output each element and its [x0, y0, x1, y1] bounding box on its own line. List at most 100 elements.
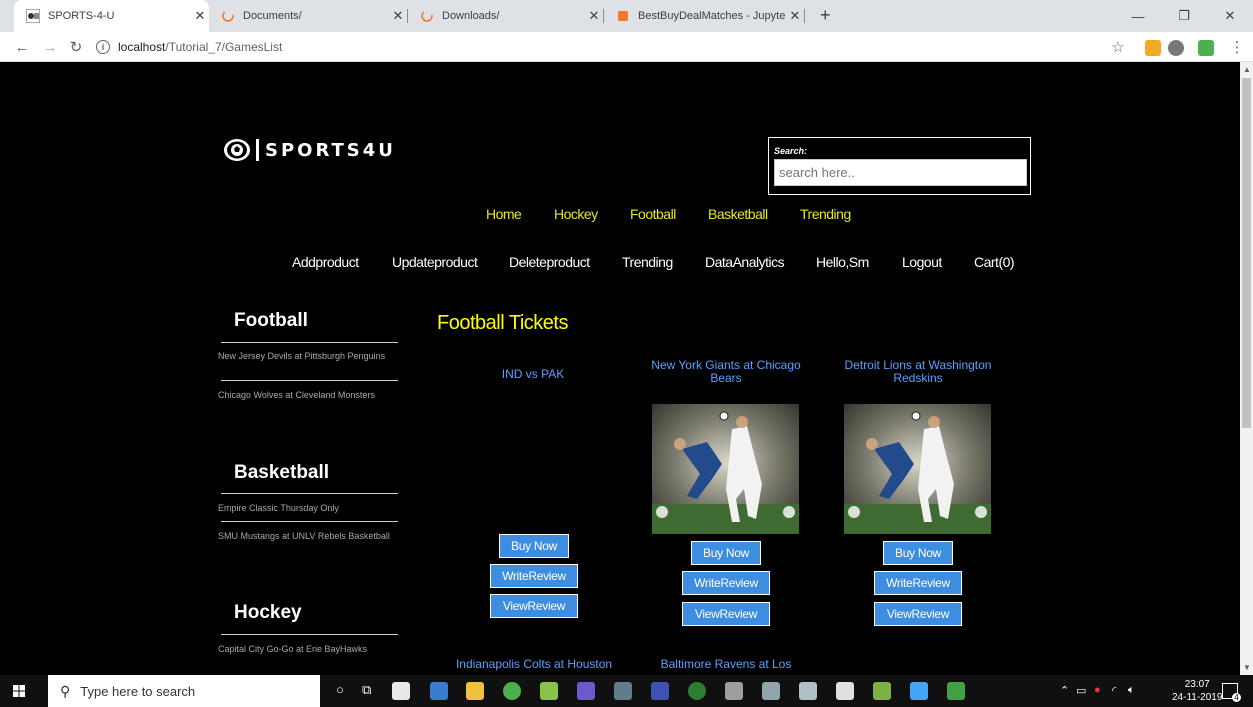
nav-logout[interactable]: Logout — [902, 254, 942, 270]
sidebar-heading-football: Football — [234, 310, 308, 331]
mail-icon[interactable] — [430, 682, 448, 700]
maximize-icon[interactable]: ❐ — [1161, 0, 1207, 32]
close-tab-icon[interactable]: ✕ — [389, 8, 407, 24]
nav-trending-secondary[interactable]: Trending — [622, 254, 673, 270]
new-tab-button[interactable]: + — [820, 5, 831, 26]
pycharm-icon[interactable] — [947, 682, 965, 700]
menu-dots-icon[interactable]: ⋮ — [1227, 37, 1247, 57]
nav-football[interactable]: Football — [630, 206, 676, 222]
file-explorer-icon[interactable] — [466, 682, 484, 700]
app-icon[interactable] — [873, 682, 891, 700]
buy-now-button[interactable]: Buy Now — [883, 541, 953, 565]
extension-icon[interactable] — [1168, 40, 1184, 56]
app-icon[interactable] — [577, 682, 595, 700]
logo-text: SPORTS4U — [265, 139, 396, 161]
app-icon[interactable] — [836, 682, 854, 700]
info-icon[interactable]: i — [96, 40, 110, 54]
taskbar-search-box[interactable]: ⚲ Type here to search — [48, 675, 320, 707]
sidebar-item-basketball[interactable]: SMU Mustangs at UNLV Rebels Basketball — [218, 530, 400, 542]
sidebar-item-hockey[interactable]: Capital City Go-Go at Erie BayHawks — [218, 643, 400, 655]
close-window-icon[interactable]: ✕ — [1207, 0, 1253, 32]
close-tab-icon[interactable]: ✕ — [786, 8, 804, 24]
scrollbar-thumb[interactable] — [1242, 78, 1251, 428]
scroll-up-icon[interactable]: ▲ — [1243, 65, 1251, 74]
app-icon[interactable] — [540, 682, 558, 700]
card-title[interactable]: Indianapolis Colts at Houston — [454, 658, 614, 671]
url-host: localhost — [118, 40, 166, 54]
nav-addproduct[interactable]: Addproduct — [292, 254, 359, 270]
notification-center-icon[interactable]: 4 — [1222, 683, 1241, 702]
card-title[interactable]: Detroit Lions at Washington Redskins — [838, 359, 998, 385]
forward-arrow-icon[interactable]: → — [40, 37, 60, 57]
close-tab-icon[interactable]: ✕ — [585, 8, 603, 24]
tab-downloads[interactable]: Downloads/ ✕ — [408, 0, 603, 32]
show-hidden-icons-icon[interactable]: ⌃ — [1060, 684, 1069, 697]
write-review-button[interactable]: WriteReview — [490, 564, 578, 588]
system-clock[interactable]: 23:07 24-11-2019 — [1172, 678, 1222, 704]
write-review-button[interactable]: WriteReview — [682, 571, 770, 595]
card-title[interactable]: New York Giants at Chicago Bears — [646, 359, 806, 385]
url-path: /Tutorial_7/GamesList — [165, 40, 283, 54]
tab-sports4u[interactable]: SPORTS-4-U ✕ — [14, 0, 209, 32]
sports-favicon-icon — [26, 9, 40, 23]
chrome-icon[interactable] — [503, 682, 521, 700]
nav-basketball[interactable]: Basketball — [708, 206, 768, 222]
view-review-button[interactable]: ViewReview — [682, 602, 770, 626]
buy-now-button[interactable]: Buy Now — [499, 534, 569, 558]
write-review-button[interactable]: WriteReview — [874, 571, 962, 595]
antivirus-icon[interactable]: ● — [1094, 684, 1101, 696]
tab-title: SPORTS-4-U — [48, 10, 115, 22]
buy-now-button[interactable]: Buy Now — [691, 541, 761, 565]
section-title: Football Tickets — [437, 312, 568, 334]
sidebar-divider — [221, 342, 398, 343]
site-logo[interactable]: SPORTS4U — [222, 138, 396, 162]
nav-hockey[interactable]: Hockey — [554, 206, 598, 222]
sidebar-divider — [221, 380, 398, 381]
task-view-icon[interactable]: ⧉ — [362, 682, 371, 698]
sidebar-item-basketball[interactable]: Empire Classic Thursday Only — [218, 502, 400, 514]
search-input[interactable] — [774, 159, 1027, 186]
tab-documents[interactable]: Documents/ ✕ — [209, 0, 407, 32]
app-icon[interactable] — [688, 682, 706, 700]
terminal-icon[interactable] — [725, 682, 743, 700]
wifi-icon[interactable]: ◜ — [1112, 684, 1116, 697]
reload-icon[interactable]: ↻ — [66, 37, 86, 57]
nav-updateproduct[interactable]: Updateproduct — [392, 254, 478, 270]
profile-extension-icon[interactable] — [1198, 40, 1214, 56]
taskbar-search-placeholder: Type here to search — [80, 683, 196, 699]
app-icon[interactable] — [762, 682, 780, 700]
cortana-icon[interactable]: ○ — [336, 682, 344, 697]
nav-home[interactable]: Home — [486, 206, 522, 222]
football-players-image[interactable] — [652, 404, 799, 534]
page-scrollbar[interactable]: ▲ ▼ — [1240, 62, 1253, 675]
browser-tab-strip: SPORTS-4-U ✕ Documents/ ✕ Downloads/ ✕ B… — [0, 0, 1253, 32]
url-field[interactable]: i localhost/Tutorial_7/GamesList — [96, 36, 1096, 58]
windows-start-icon[interactable] — [13, 685, 25, 697]
football-players-image[interactable] — [844, 404, 991, 534]
app-icon[interactable] — [799, 682, 817, 700]
nav-deleteproduct[interactable]: Deleteproduct — [509, 254, 590, 270]
store-icon[interactable] — [392, 682, 410, 700]
app-icon[interactable] — [910, 682, 928, 700]
view-review-button[interactable]: ViewReview — [874, 602, 962, 626]
close-tab-icon[interactable]: ✕ — [191, 8, 209, 24]
nav-dataanalytics[interactable]: DataAnalytics — [705, 254, 785, 270]
sidebar-item-football[interactable]: Chicago Wolves at Cleveland Monsters — [218, 389, 400, 401]
sidebar-item-football[interactable]: New Jersey Devils at Pittsburgh Penguins — [218, 350, 400, 362]
back-arrow-icon[interactable]: ← — [12, 37, 32, 57]
network-icon[interactable]: ▭ — [1076, 684, 1086, 697]
view-review-button[interactable]: ViewReview — [490, 594, 578, 618]
bookmark-star-icon[interactable]: ☆ — [1108, 37, 1128, 57]
minimize-icon[interactable]: — — [1115, 0, 1161, 32]
app-icon[interactable] — [614, 682, 632, 700]
scroll-down-icon[interactable]: ▼ — [1243, 663, 1251, 672]
card-title[interactable]: Baltimore Ravens at Los — [646, 658, 806, 671]
nav-user-greeting[interactable]: Hello,Sm — [816, 254, 869, 270]
volume-icon[interactable]: 🔈︎ — [1128, 684, 1135, 697]
tab-jupyter-notebook[interactable]: BestBuyDealMatches - Jupyter N ✕ — [604, 0, 804, 32]
app-icon[interactable] — [651, 682, 669, 700]
nav-cart[interactable]: Cart(0) — [974, 254, 1015, 270]
card-title[interactable]: IND vs PAK — [453, 368, 613, 381]
coupon-extension-icon[interactable] — [1145, 40, 1161, 56]
nav-trending[interactable]: Trending — [800, 206, 851, 222]
